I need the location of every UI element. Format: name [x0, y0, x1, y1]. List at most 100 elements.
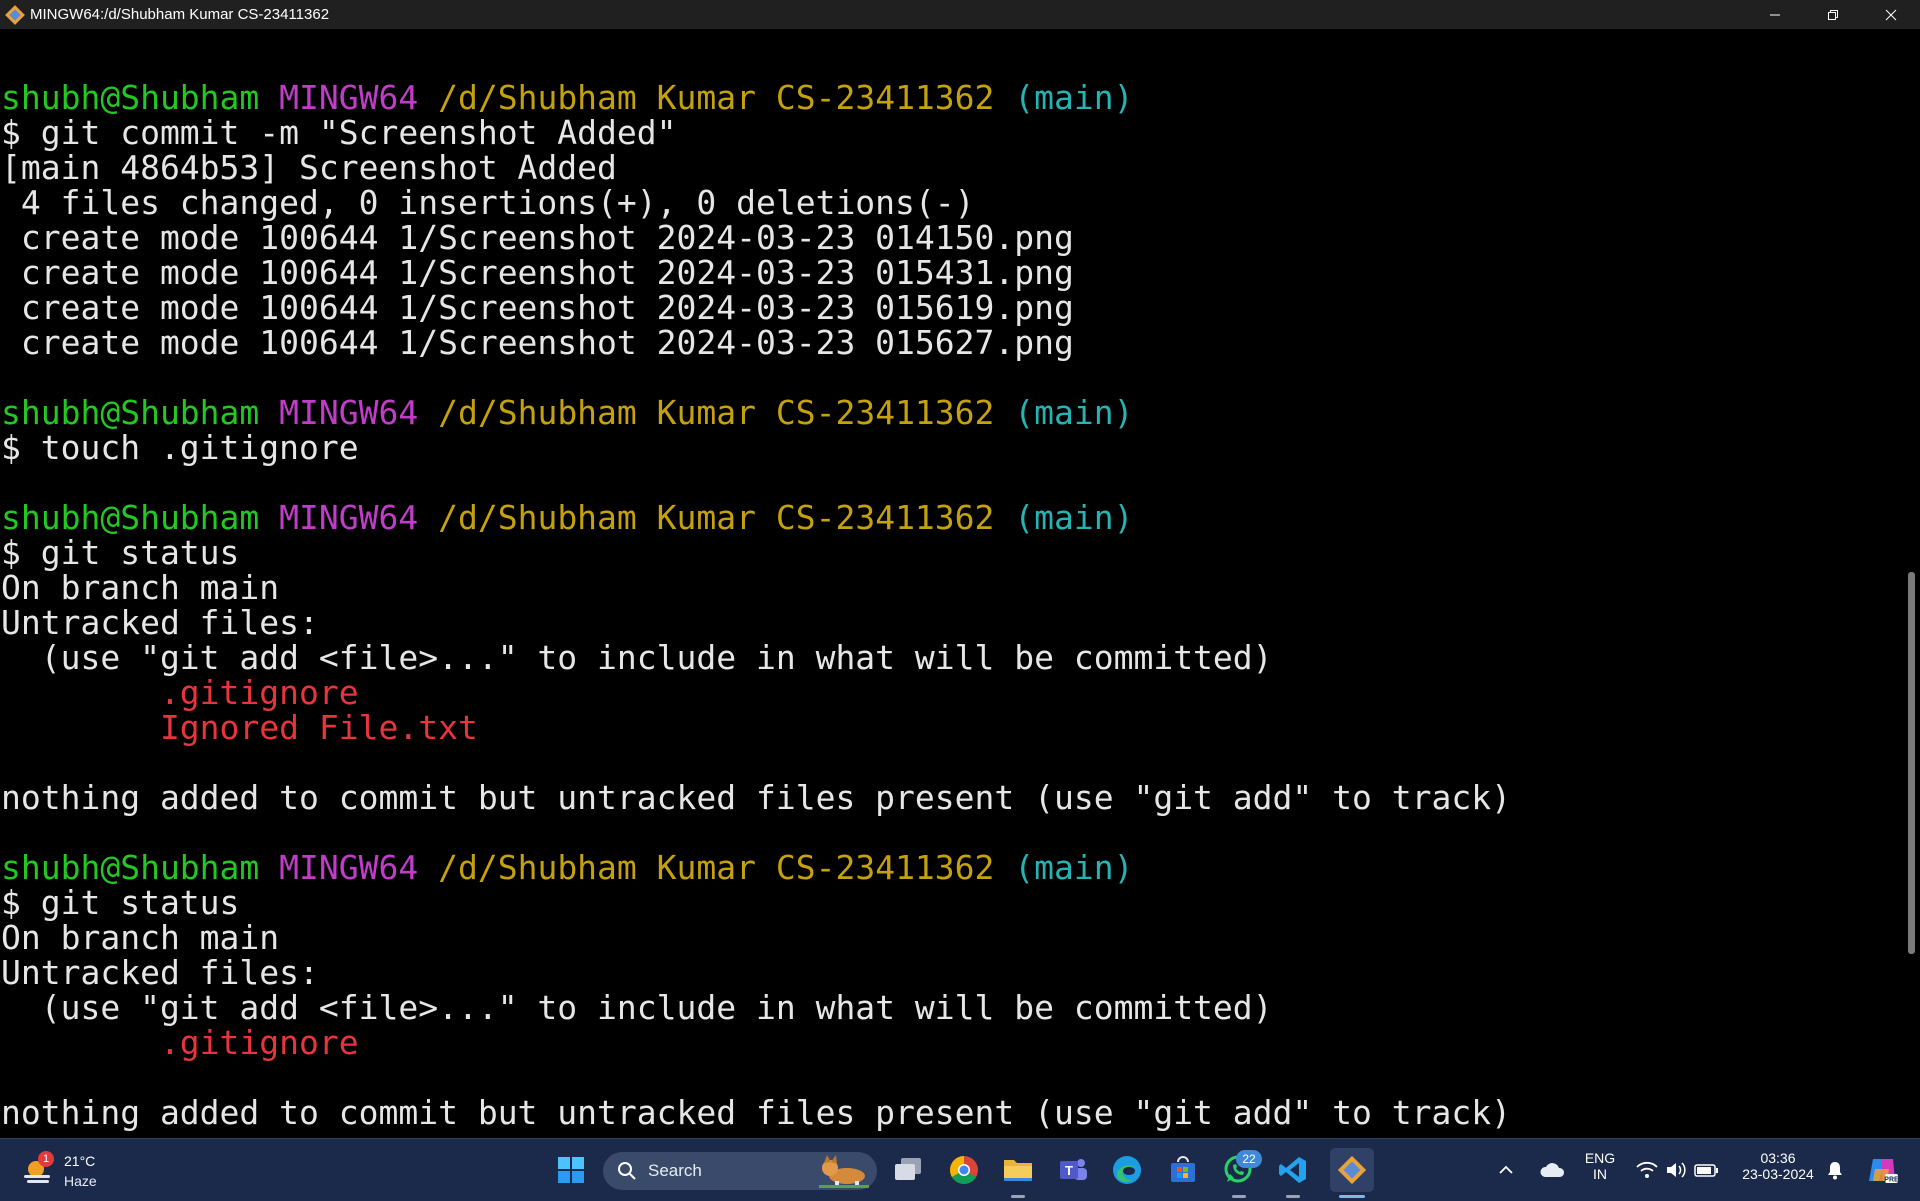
terminal-line: [main 4864b53] Screenshot Added	[1, 148, 617, 187]
whatsapp-unread-badge: 22	[1236, 1150, 1262, 1168]
git-bash-icon	[1337, 1155, 1367, 1185]
terminal-output-area[interactable]: shubh@Shubham MINGW64 /d/Shubham Kumar C…	[0, 29, 1902, 1138]
weather-condition: Haze	[64, 1173, 97, 1189]
edge-icon	[1113, 1156, 1141, 1184]
prompt-system: MINGW64	[279, 498, 419, 537]
prompt-branch: (main)	[1014, 498, 1134, 537]
prompt-user: shubh@Shubham	[1, 78, 260, 117]
chevron-up-icon	[1499, 1165, 1513, 1174]
window-title: MINGW64:/d/Shubham Kumar CS-23411362	[30, 6, 330, 23]
weather-notification-badge: 1	[38, 1151, 54, 1167]
prompt-path: /d/Shubham Kumar CS-23411362	[438, 498, 995, 537]
notifications-button[interactable]	[1823, 1152, 1847, 1188]
running-indicator	[1011, 1195, 1025, 1198]
teams-icon: T	[1060, 1159, 1087, 1180]
terminal-lines: shubh@Shubham MINGW64 /d/Shubham Kumar C…	[1, 80, 1511, 1130]
search-highlight-dog-icon	[819, 1155, 869, 1188]
scrollbar-thumb[interactable]	[1908, 572, 1915, 954]
network-volume-battery-icons	[1636, 1161, 1718, 1178]
untracked-file-line: .gitignore	[1, 673, 359, 712]
prompt-line: shubh@Shubham MINGW64 /d/Shubham Kumar C…	[1, 850, 1511, 885]
prompt-user: shubh@Shubham	[1, 498, 260, 537]
clock-time: 03:36	[1760, 1150, 1796, 1166]
close-icon	[1885, 9, 1897, 20]
prompt-path: /d/Shubham Kumar CS-23411362	[438, 393, 995, 432]
prompt-system: MINGW64	[279, 78, 419, 117]
terminal-line: Untracked files:	[1, 603, 319, 642]
file-explorer-taskbar-button[interactable]	[1000, 1152, 1036, 1188]
prompt-path: /d/Shubham Kumar CS-23411362	[438, 78, 995, 117]
windows-start-button[interactable]	[553, 1152, 589, 1188]
terminal-line: $ git status	[1, 883, 240, 922]
clock-date: 23-03-2024	[1742, 1166, 1814, 1182]
git-bash-taskbar-button[interactable]	[1330, 1148, 1374, 1192]
taskbar: 1 21°C Haze Search T 22 ENG IN 03:36 23-…	[0, 1138, 1920, 1201]
vscode-taskbar-button[interactable]	[1275, 1152, 1311, 1188]
prompt-line: shubh@Shubham MINGW64 /d/Shubham Kumar C…	[1, 80, 1511, 115]
terminal-line: On branch main	[1, 918, 280, 957]
close-button[interactable]	[1862, 0, 1920, 29]
weather-temperature: 21°C	[64, 1153, 96, 1169]
language-indicator[interactable]: ENG IN	[1578, 1150, 1622, 1182]
terminal-line: $ git commit -m "Screenshot Added"	[1, 113, 677, 152]
terminal-line: create mode 100644 1/Screenshot 2024-03-…	[1, 253, 1074, 292]
taskbar-search-box[interactable]: Search	[603, 1152, 877, 1190]
chrome-icon	[950, 1156, 978, 1184]
untracked-file-line: Ignored File.txt	[1, 708, 478, 747]
terminal-line: nothing added to commit but untracked fi…	[1, 778, 1511, 817]
terminal-line: $ git status	[1, 533, 240, 572]
terminal-line: create mode 100644 1/Screenshot 2024-03-…	[1, 218, 1074, 257]
terminal-line: create mode 100644 1/Screenshot 2024-03-…	[1, 288, 1074, 327]
prompt-user: shubh@Shubham	[1, 393, 260, 432]
prompt-path: /d/Shubham Kumar CS-23411362	[438, 848, 995, 887]
copilot-button[interactable]: PRE	[1862, 1152, 1902, 1188]
terminal-line: On branch main	[1, 568, 280, 607]
terminal-line: (use "git add <file>..." to include in w…	[1, 638, 1273, 677]
prompt-user: shubh@Shubham	[1, 848, 260, 887]
prompt-branch: (main)	[1014, 393, 1134, 432]
teams-taskbar-button[interactable]: T	[1055, 1152, 1091, 1188]
vscode-icon	[1279, 1157, 1306, 1183]
minimize-icon	[1770, 14, 1780, 15]
terminal-line: 4 files changed, 0 insertions(+), 0 dele…	[1, 183, 975, 222]
onedrive-cloud-icon	[1540, 1163, 1565, 1177]
file-explorer-icon	[1004, 1160, 1032, 1181]
running-indicator	[1232, 1195, 1246, 1198]
bell-icon	[1828, 1162, 1842, 1180]
terminal-line: create mode 100644 1/Screenshot 2024-03-…	[1, 323, 1074, 362]
task-view-button[interactable]	[890, 1152, 926, 1188]
weather-widget[interactable]: 1 21°C Haze	[22, 1149, 112, 1193]
prompt-line: shubh@Shubham MINGW64 /d/Shubham Kumar C…	[1, 395, 1511, 430]
language-region: IN	[1593, 1166, 1607, 1182]
chrome-taskbar-button[interactable]	[946, 1152, 982, 1188]
windows-start-icon	[558, 1157, 584, 1183]
search-icon	[618, 1162, 636, 1180]
prompt-system: MINGW64	[279, 848, 419, 887]
svg-text:T: T	[1065, 1163, 1073, 1178]
prompt-system: MINGW64	[279, 393, 419, 432]
prompt-branch: (main)	[1014, 848, 1134, 887]
title-bar: MINGW64:/d/Shubham Kumar CS-23411362	[0, 0, 1920, 29]
minimize-button[interactable]	[1746, 0, 1804, 29]
restore-icon	[1828, 9, 1838, 20]
task-view-icon	[895, 1158, 921, 1180]
onedrive-button[interactable]	[1538, 1152, 1566, 1188]
quick-settings-button[interactable]	[1634, 1152, 1722, 1188]
search-label: Search	[648, 1161, 702, 1180]
show-hidden-icons-button[interactable]	[1494, 1152, 1518, 1188]
microsoft-store-taskbar-button[interactable]	[1165, 1152, 1201, 1188]
svg-text:PRE: PRE	[1884, 1177, 1899, 1184]
edge-taskbar-button[interactable]	[1109, 1152, 1145, 1188]
terminal-scrollbar[interactable]	[1902, 29, 1920, 1138]
copilot-icon: PRE	[1869, 1159, 1899, 1184]
restore-button[interactable]	[1804, 0, 1862, 29]
git-bash-app-icon	[4, 4, 26, 26]
terminal-line: Untracked files:	[1, 953, 319, 992]
running-indicator	[1286, 1195, 1300, 1198]
clock-button[interactable]: 03:36 23-03-2024	[1734, 1150, 1822, 1182]
